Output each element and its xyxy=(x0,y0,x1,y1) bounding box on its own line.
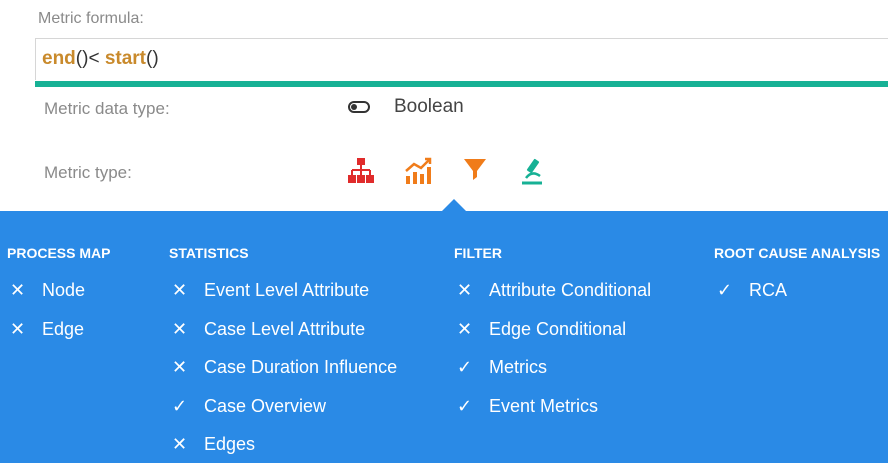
formula-token-operator: < xyxy=(88,48,105,69)
column-title: STATISTICS xyxy=(169,245,249,261)
list-item[interactable]: ✕ Edge xyxy=(7,318,110,357)
list-item[interactable]: ✕ Attribute Conditional xyxy=(454,279,651,318)
formula-token-paren: () xyxy=(75,48,89,69)
cross-icon: ✕ xyxy=(172,357,188,378)
list-item[interactable]: ✕ Edge Conditional xyxy=(454,318,651,357)
list-item[interactable]: ✕ Case Duration Influence xyxy=(169,356,397,395)
cross-icon: ✕ xyxy=(10,280,26,300)
data-type-text: Boolean xyxy=(394,96,464,117)
cross-icon: ✕ xyxy=(172,318,188,339)
list-item[interactable]: ✕ Edges xyxy=(169,433,397,472)
check-icon: ✓ xyxy=(457,395,473,416)
list-item[interactable]: ✓ Event Metrics xyxy=(454,395,651,434)
rca-icon[interactable] xyxy=(518,156,546,186)
column-statistics: STATISTICS ✕ Event Level Attribute ✕ Case … xyxy=(169,243,397,472)
metric-type-label: Metric type: xyxy=(44,163,132,182)
cross-icon: ✕ xyxy=(457,280,473,300)
column-process-map: PROCESS MAP ✕ Node ✕ Edge xyxy=(7,243,110,356)
list-item[interactable]: ✕ Node xyxy=(7,279,110,318)
cross-icon: ✕ xyxy=(457,318,473,339)
list-item[interactable]: ✕ Case Level Attribute xyxy=(169,318,397,357)
check-icon: ✓ xyxy=(457,357,473,378)
toggle-icon xyxy=(348,101,370,113)
check-icon: ✓ xyxy=(717,280,733,300)
formula-input[interactable]: end()< start() xyxy=(35,38,888,80)
data-type-label: Metric data type: xyxy=(44,99,170,118)
column-filter: FILTER ✕ Attribute Conditional ✕ Edge Cond… xyxy=(454,243,651,433)
check-icon: ✓ xyxy=(172,395,188,416)
cross-icon: ✕ xyxy=(10,318,26,339)
column-title: ROOT CAUSE ANALYSIS xyxy=(714,245,881,261)
formula-token-paren: () xyxy=(146,48,159,69)
formula-text: end()< start() xyxy=(42,48,159,70)
formula-token-start: start xyxy=(104,48,146,69)
data-type-value: Boolean xyxy=(348,96,464,118)
column-title: PROCESS MAP xyxy=(7,245,111,261)
formula-label: Metric formula: xyxy=(38,10,144,27)
statistics-icon[interactable] xyxy=(404,156,432,186)
formula-valid-underline xyxy=(35,81,888,87)
list-item[interactable]: ✕ Event Level Attribute xyxy=(169,279,397,318)
formula-token-end: end xyxy=(42,48,76,69)
list-item[interactable]: ✓ RCA xyxy=(714,279,880,318)
cross-icon: ✕ xyxy=(172,434,188,455)
column-root-cause-analysis: ROOT CAUSE ANALYSIS ✓ RCA xyxy=(714,243,880,318)
panel-caret xyxy=(442,199,466,211)
list-item[interactable]: ✓ Case Overview xyxy=(169,395,397,434)
column-title: FILTER xyxy=(454,245,502,261)
process-map-icon[interactable] xyxy=(347,156,375,186)
cross-icon: ✕ xyxy=(172,280,188,300)
list-item[interactable]: ✓ Metrics xyxy=(454,356,651,395)
filter-icon[interactable] xyxy=(461,156,489,186)
